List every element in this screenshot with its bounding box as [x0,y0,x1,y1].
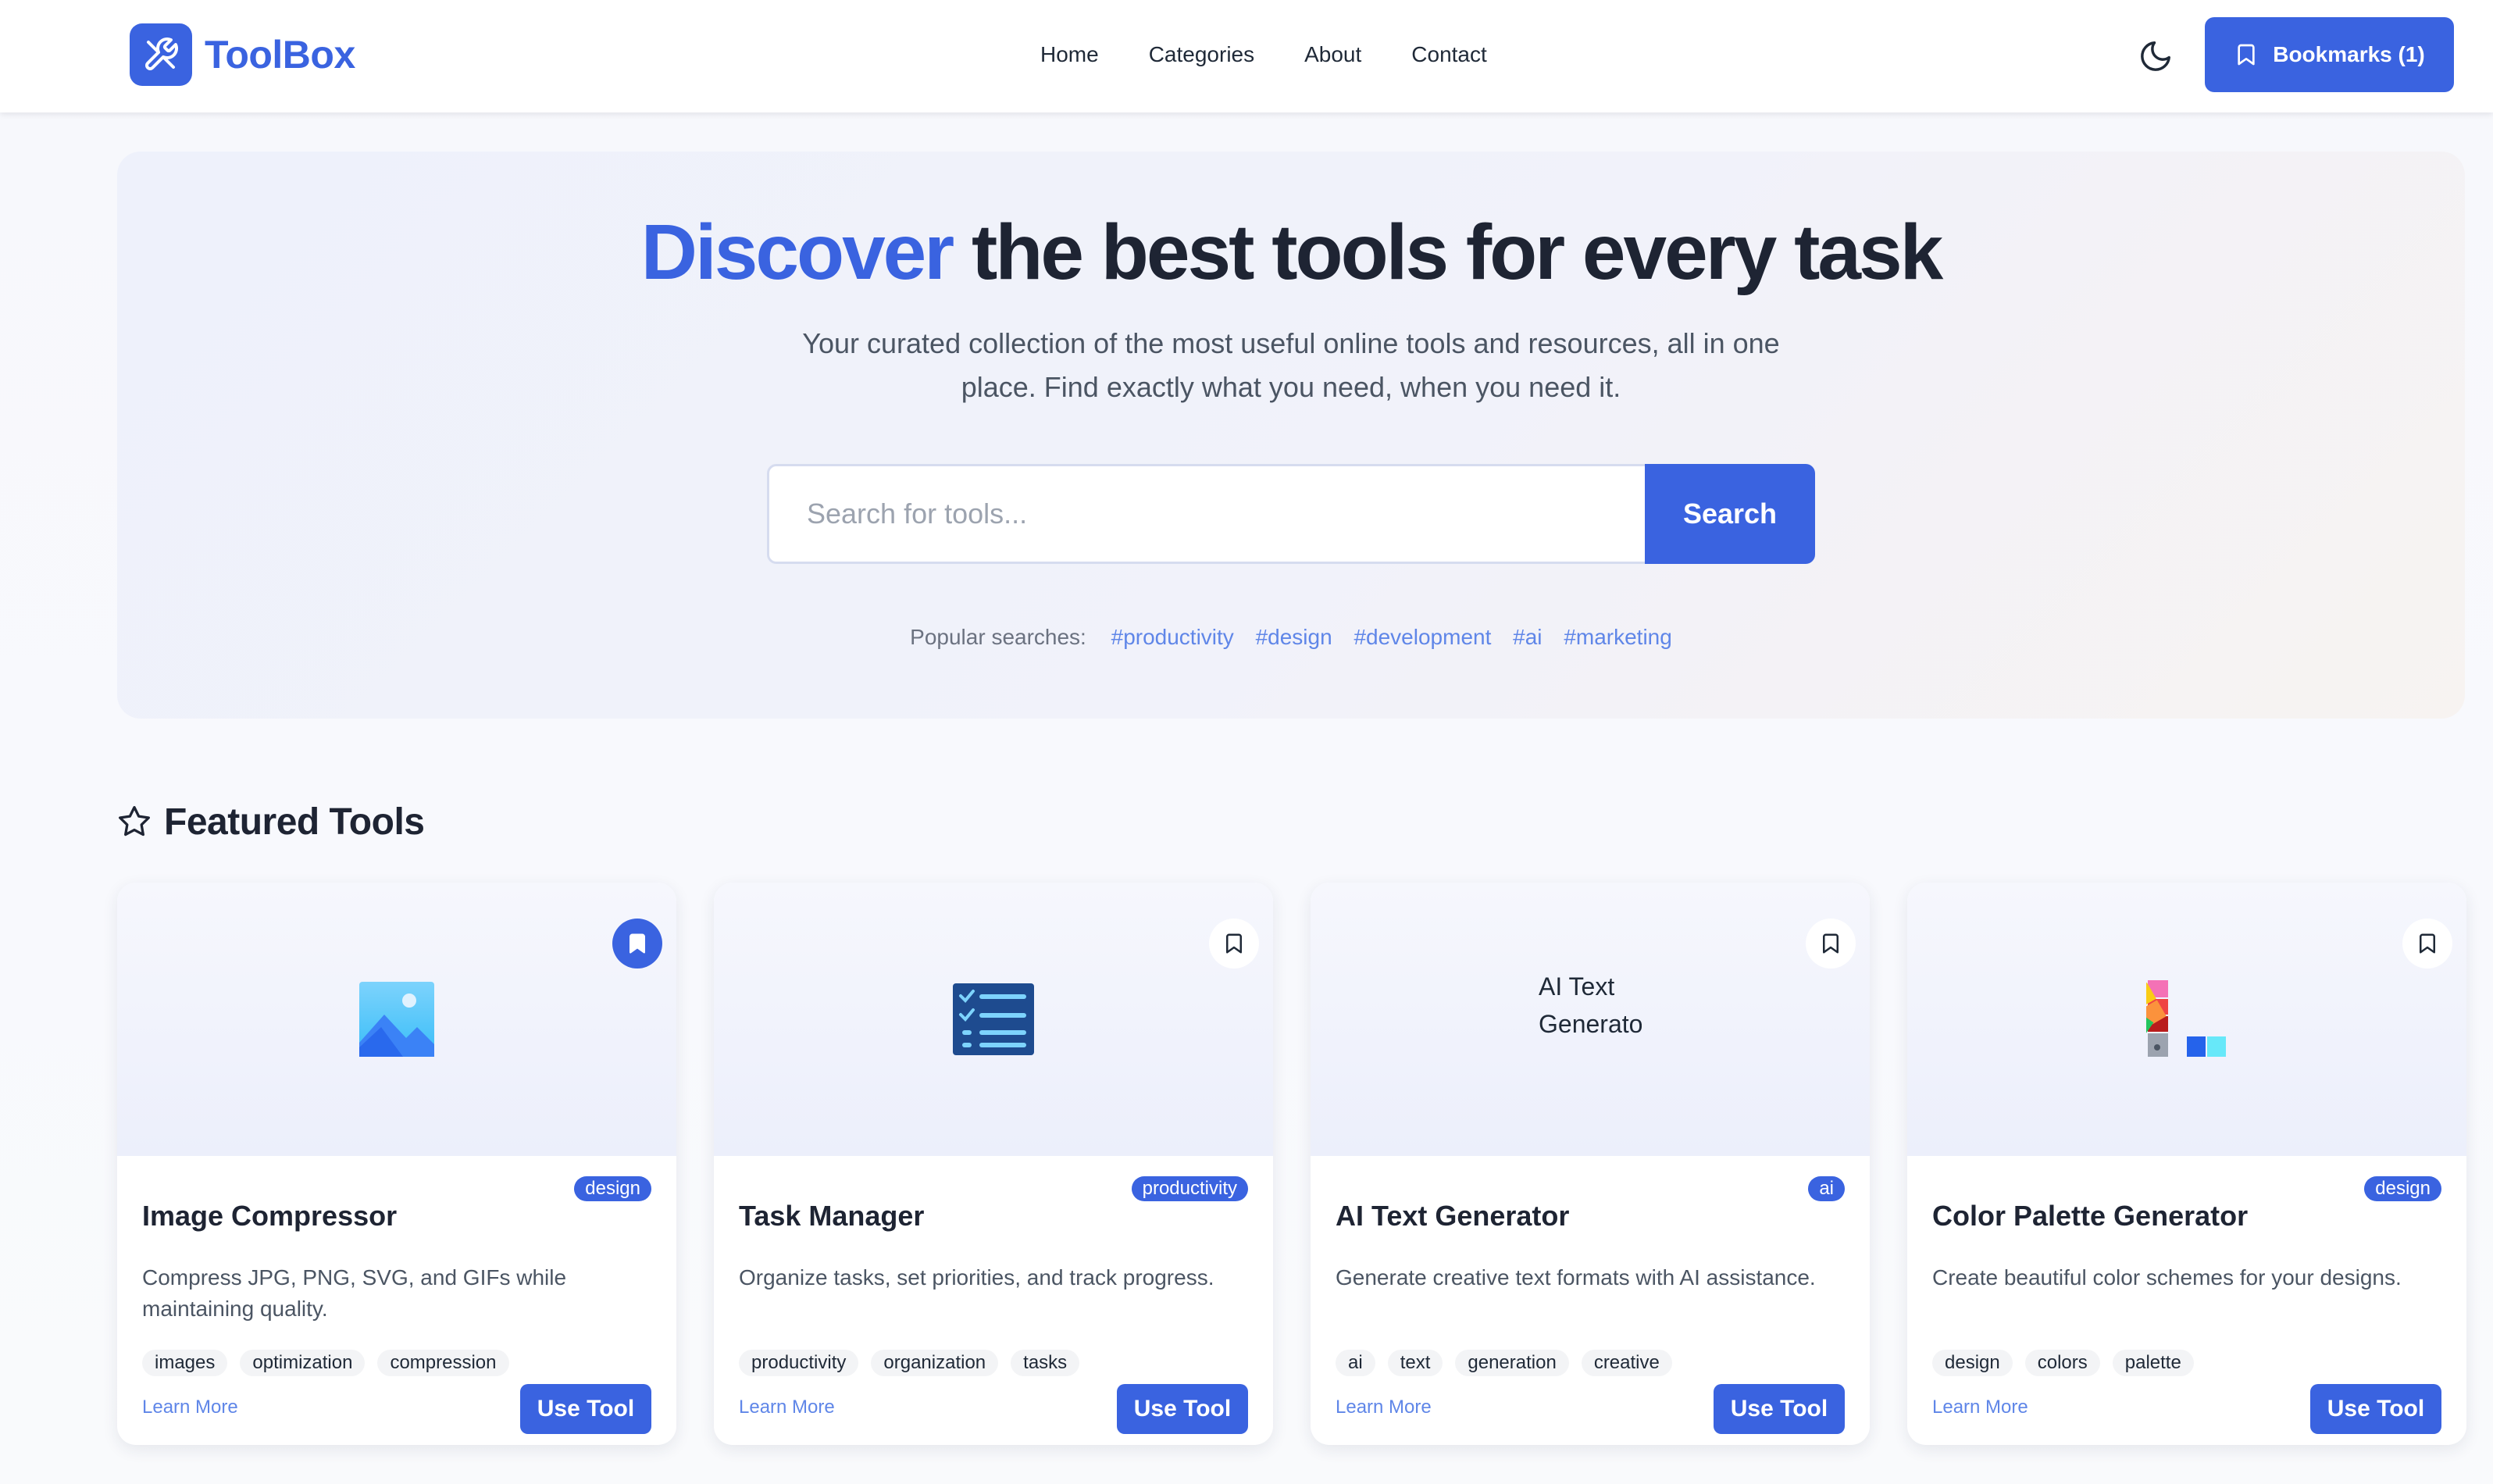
top-navbar: ToolBox Home Categories About Contact Bo… [0,0,2493,112]
tag-chip[interactable]: ai [1336,1350,1375,1376]
category-badge: design [574,1176,651,1201]
bookmark-filled-icon [629,933,645,954]
tag-chip[interactable]: design [1932,1350,2013,1376]
card-title: AI Text Generator [1336,1200,1570,1232]
nav-link-about[interactable]: About [1304,39,1361,70]
popular-tag-design[interactable]: #design [1256,625,1332,649]
tool-card-ai-text-generator: AI Text Generator AI Text Generator ai G… [1311,883,1870,1445]
bookmark-toggle[interactable] [612,919,662,969]
nav-link-contact[interactable]: Contact [1411,39,1487,70]
card-body: AI Text Generator ai Generate creative t… [1311,1156,1870,1445]
hero-section: Discover the best tools for every task Y… [117,152,2465,719]
search-input[interactable] [767,464,1645,564]
featured-title: Featured Tools [164,801,425,843]
card-body: Task Manager productivity Organize tasks… [714,1156,1273,1445]
use-tool-button[interactable]: Use Tool [2310,1384,2441,1434]
bookmark-icon [1823,933,1839,954]
star-icon [119,806,150,837]
tag-list: design colors palette [1932,1350,2194,1376]
popular-searches-label: Popular searches: [910,625,1086,649]
tool-card-task-manager: Task Manager productivity Organize tasks… [714,883,1273,1445]
hero-subtitle: Your curated collection of the most usef… [802,327,1780,403]
learn-more-link[interactable]: Learn More [739,1397,835,1418]
tag-chip[interactable]: colors [2024,1350,2100,1376]
category-badge: ai [1808,1176,1845,1201]
moon-icon [2141,41,2170,71]
tag-chip[interactable]: generation [1455,1350,1569,1376]
tag-chip[interactable]: palette [2112,1350,2194,1376]
card-description: Generate creative text formats with AI a… [1336,1265,1816,1290]
featured-heading: Featured Tools [117,798,425,845]
tool-card-color-palette-generator: Color Palette Generator design Create be… [1907,883,2466,1445]
tag-list: ai text generation creative [1336,1350,1672,1376]
card-body: Color Palette Generator design Create be… [1907,1156,2466,1445]
use-tool-button[interactable]: Use Tool [520,1384,651,1434]
tag-chip[interactable]: productivity [739,1350,859,1376]
tools-icon [130,23,192,86]
card-media [117,883,676,1156]
learn-more-link[interactable]: Learn More [1932,1397,2028,1418]
category-badge: design [2364,1176,2441,1201]
tag-chip[interactable]: optimization [240,1350,366,1376]
main-nav: Home Categories About Contact [1040,39,1487,70]
bookmark-icon [2238,44,2255,66]
theme-toggle-button[interactable] [2132,33,2179,80]
checklist-icon [953,983,1034,1055]
popular-tag-development[interactable]: #development [1353,625,1491,649]
brand-logo-link[interactable]: ToolBox [130,23,355,86]
featured-tools-grid: Image Compressor design Compress JPG, PN… [117,883,2466,1445]
card-media [1907,883,2466,1156]
color-swatch-icon [2146,980,2226,1057]
bookmark-toggle[interactable] [1806,919,1856,969]
card-title: Color Palette Generator [1932,1200,2249,1232]
use-tool-button[interactable]: Use Tool [1117,1384,1248,1434]
search-form: Search [767,464,1815,564]
brand-name: ToolBox [205,33,355,77]
card-description: Compress JPG, PNG, SVG, and GIFs while m… [142,1265,567,1321]
card-media [714,883,1273,1156]
landscape-image-icon [359,982,434,1057]
popular-tag-marketing[interactable]: #marketing [1564,625,1672,649]
card-body: Image Compressor design Compress JPG, PN… [117,1156,676,1445]
card-title: Task Manager [739,1200,925,1232]
hero-title: Discover the best tools for every task [117,208,2465,298]
bookmarks-label: Bookmarks (1) [2273,42,2425,66]
bookmark-toggle[interactable] [1209,919,1259,969]
bookmark-toggle[interactable] [2402,919,2452,969]
tag-chip[interactable]: creative [1581,1350,1672,1376]
popular-tag-productivity[interactable]: #productivity [1111,625,1234,649]
search-button[interactable]: Search [1645,464,1815,564]
tag-chip[interactable]: compression [377,1350,509,1376]
card-title: Image Compressor [142,1200,398,1232]
tag-chip[interactable]: text [1387,1350,1443,1376]
tag-chip[interactable]: images [142,1350,228,1376]
learn-more-link[interactable]: Learn More [1336,1397,1432,1418]
popular-searches: Popular searches: #productivity #design … [117,625,2465,650]
card-media: AI Text Generator [1311,883,1870,1156]
category-badge: productivity [1131,1176,1248,1201]
bookmark-icon [2420,933,2435,954]
tag-list: productivity organization tasks [739,1350,1080,1376]
bookmarks-button[interactable]: Bookmarks (1) [2205,17,2454,92]
bookmark-icon [1226,933,1242,954]
hero-title-rest: the best tools for every task [972,209,1943,296]
tag-chip[interactable]: tasks [1011,1350,1080,1376]
hero-title-accent: Discover [640,209,954,296]
tool-card-image-compressor: Image Compressor design Compress JPG, PN… [117,883,676,1445]
broken-image-placeholder: AI Text Generator [1539,968,1642,1071]
learn-more-link[interactable]: Learn More [142,1397,238,1418]
use-tool-button[interactable]: Use Tool [1714,1384,1845,1434]
card-description: Organize tasks, set priorities, and trac… [739,1265,1214,1290]
image-alt-text: AI Text Generator [1539,972,1642,1038]
card-description: Create beautiful color schemes for your … [1932,1265,2402,1290]
popular-tag-ai[interactable]: #ai [1513,625,1542,649]
tag-list: images optimization compression [142,1350,509,1376]
tag-chip[interactable]: organization [871,1350,999,1376]
nav-link-categories[interactable]: Categories [1149,39,1254,70]
nav-link-home[interactable]: Home [1040,39,1099,70]
